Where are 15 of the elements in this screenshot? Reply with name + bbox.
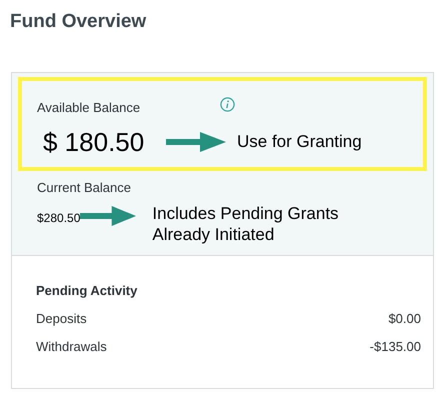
balance-amount: $280.50	[37, 210, 80, 226]
arrow-icon	[166, 132, 226, 152]
annotation-text: Use for Granting	[237, 130, 362, 153]
activity-label: Deposits	[36, 310, 87, 328]
arrow-icon	[80, 206, 136, 226]
info-icon[interactable]	[220, 97, 235, 112]
section-heading: Pending Activity	[36, 282, 138, 300]
balance-label: Available Balance	[37, 99, 142, 117]
balance-amount: $ 180.50	[43, 126, 146, 156]
annotation-text: Includes Pending Grants Already Initiated	[152, 202, 340, 244]
page-title: Fund Overview	[10, 10, 148, 34]
balance-label: Current Balance	[37, 179, 132, 197]
activity-value: -$135.00	[370, 338, 421, 356]
activity-label: Withdrawals	[36, 338, 107, 356]
activity-value: $0.00	[388, 310, 421, 328]
